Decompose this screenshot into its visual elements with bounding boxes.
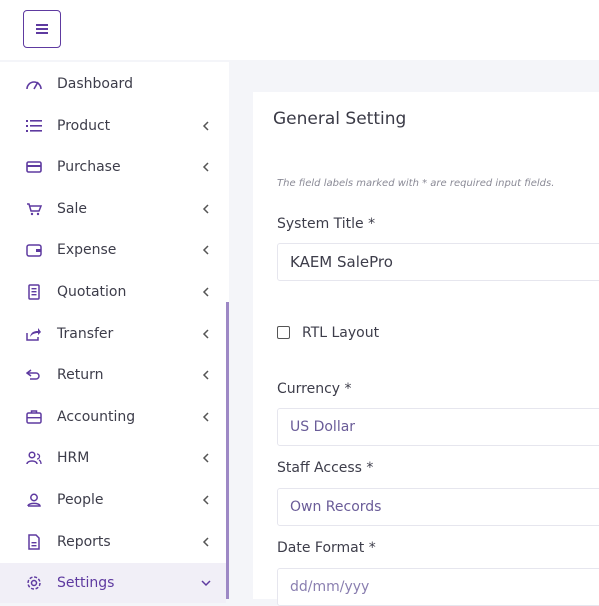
user-icon — [25, 492, 43, 508]
currency-label: Currency * — [277, 381, 352, 397]
sidebar-item-sale[interactable]: Sale — [0, 189, 226, 229]
document-icon — [25, 284, 43, 300]
sidebar-item-label: Purchase — [57, 159, 121, 175]
required-fields-note: The field labels marked with * are requi… — [277, 178, 555, 189]
list-icon — [25, 118, 43, 134]
sidebar-item-product[interactable]: Product — [0, 106, 226, 146]
system-title-input[interactable]: KAEM SalePro — [277, 243, 599, 281]
sidebar-item-label: Quotation — [57, 284, 127, 300]
staff-access-label: Staff Access * — [277, 460, 374, 476]
chevron-left-icon — [202, 329, 209, 339]
sidebar-item-expense[interactable]: Expense — [0, 230, 226, 270]
chevron-down-icon — [201, 580, 211, 587]
page-title: General Setting — [273, 109, 407, 129]
chevron-left-icon — [202, 412, 209, 422]
sidebar-item-purchase[interactable]: Purchase — [0, 147, 226, 187]
report-icon — [25, 534, 43, 550]
sidebar-item-label: Accounting — [57, 409, 136, 425]
date-format-input[interactable]: dd/mm/yyy — [277, 568, 599, 606]
sidebar-item-label: Expense — [57, 242, 117, 258]
hamburger-icon — [36, 24, 48, 34]
chevron-left-icon — [202, 495, 209, 505]
sidebar-item-label: Dashboard — [57, 76, 133, 92]
sidebar-item-dashboard[interactable]: Dashboard — [0, 64, 226, 104]
briefcase-icon — [25, 409, 43, 425]
currency-select[interactable]: US Dollar — [277, 408, 599, 446]
card-icon — [25, 159, 43, 175]
scrollbar-thumb[interactable] — [226, 302, 229, 599]
sidebar-item-reports[interactable]: Reports — [0, 522, 226, 562]
sidebar-item-settings[interactable]: Settings — [0, 563, 226, 603]
chevron-left-icon — [202, 121, 209, 131]
chevron-left-icon — [202, 245, 209, 255]
sidebar-item-transfer[interactable]: Transfer — [0, 314, 226, 354]
sidebar-item-label: Transfer — [57, 326, 114, 342]
sidebar-scrollbar[interactable] — [226, 62, 229, 599]
chevron-left-icon — [202, 370, 209, 380]
gear-icon — [25, 575, 43, 591]
sidebar-item-quotation[interactable]: Quotation — [0, 272, 226, 312]
sidebar-item-accounting[interactable]: Accounting — [0, 397, 226, 437]
chevron-left-icon — [202, 453, 209, 463]
chevron-left-icon — [202, 287, 209, 297]
sidebar-item-label: Settings — [57, 575, 115, 591]
scrollbar-track — [226, 62, 229, 302]
sidebar: Dashboard Product Purchase Sale Expense — [0, 62, 226, 603]
system-title-label: System Title * — [277, 216, 376, 232]
sidebar-item-label: Reports — [57, 534, 111, 550]
wallet-icon — [25, 242, 43, 258]
cart-icon — [25, 201, 43, 217]
return-icon — [25, 367, 43, 383]
speedometer-icon — [25, 76, 43, 92]
sidebar-item-hrm[interactable]: HRM — [0, 438, 226, 478]
rtl-layout-checkbox[interactable] — [277, 326, 290, 339]
share-icon — [25, 326, 43, 342]
rtl-layout-label: RTL Layout — [302, 325, 380, 341]
chevron-left-icon — [202, 537, 209, 547]
sidebar-item-label: People — [57, 492, 104, 508]
sidebar-item-label: Sale — [57, 201, 87, 217]
staff-access-select[interactable]: Own Records — [277, 488, 599, 526]
users-icon — [25, 450, 43, 466]
menu-toggle-button[interactable] — [23, 10, 61, 48]
chevron-left-icon — [202, 162, 209, 172]
date-format-label: Date Format * — [277, 540, 376, 556]
sidebar-item-people[interactable]: People — [0, 480, 226, 520]
sidebar-item-return[interactable]: Return — [0, 355, 226, 395]
top-bar — [0, 0, 599, 60]
sidebar-item-label: Return — [57, 367, 104, 383]
sidebar-item-label: HRM — [57, 450, 90, 466]
chevron-left-icon — [202, 204, 209, 214]
sidebar-item-label: Product — [57, 118, 111, 134]
